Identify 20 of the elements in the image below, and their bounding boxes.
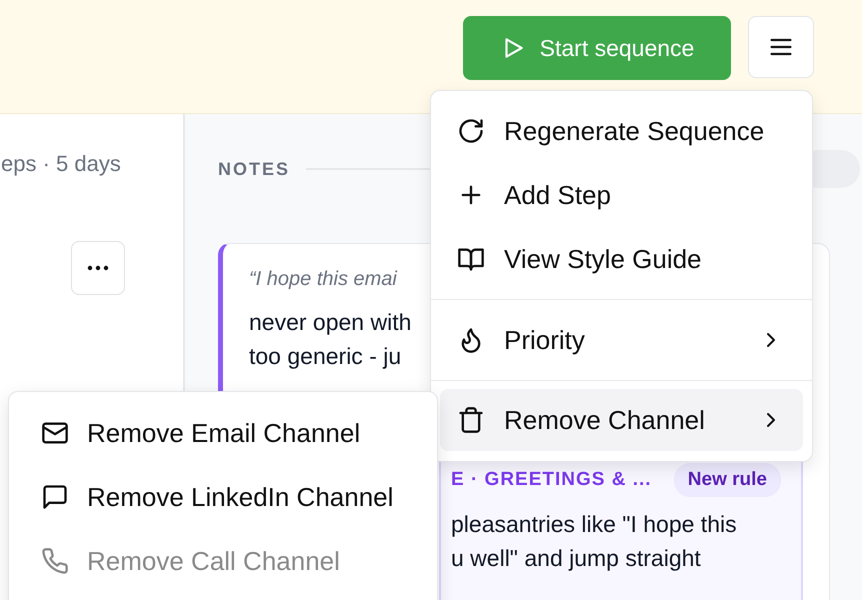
menu-item[interactable]: View Style Guide [440,227,803,291]
ellipsis-icon [86,265,110,271]
menu-item[interactable]: Remove LinkedIn Channel [17,465,429,529]
trash-icon [457,406,485,434]
chat-bubble-icon [41,483,69,511]
menu-item[interactable]: Add Step [440,163,803,227]
menu-item[interactable]: Priority [440,308,803,372]
note-text: never open with too generic - ju [249,308,412,371]
menu-button[interactable] [748,16,814,78]
menu-item[interactable]: Remove Channel [440,389,803,451]
rule-category: E · GREETINGS & ... [451,469,652,491]
refresh-icon [457,117,485,145]
menu-item[interactable]: Remove Email Channel [17,401,429,465]
phone-icon [41,547,69,575]
sequence-meta: eps · 5 days [1,151,122,177]
note-quote: “I hope this emai [249,268,398,291]
rule-text: pleasantries like "I hope this u well" and jump straight [451,510,738,573]
section-heading: NOTES [218,158,290,180]
new-rule-badge: New rule [674,463,781,497]
menu-item[interactable]: Regenerate Sequence [440,99,803,163]
